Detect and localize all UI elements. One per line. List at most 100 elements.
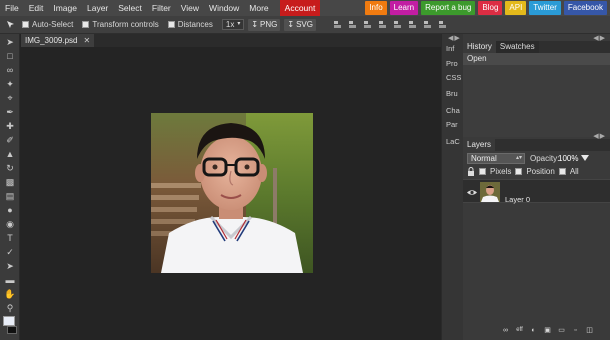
shape-tool-icon[interactable]: ▬ [3,274,17,286]
blend-mode-select[interactable]: Normal [467,153,525,164]
tab-history[interactable]: History [463,41,496,53]
menu-view[interactable]: View [176,0,204,16]
collapsed-panel-layer-comps[interactable]: LaC [446,137,460,146]
report-bug-link[interactable]: Report a bug [421,1,476,15]
folder-icon[interactable]: ▭ [557,326,566,335]
blur-tool-icon[interactable]: ● [3,204,17,216]
align-center-v-icon[interactable] [393,20,402,29]
transform-controls-option[interactable]: Transform controls [82,20,159,29]
dodge-tool-icon[interactable]: ◉ [3,218,17,230]
close-icon[interactable]: ✕ [83,34,90,47]
eyedropper-tool-icon[interactable]: ✒ [3,106,17,118]
lock-position-checkbox[interactable] [515,168,523,175]
export-scale-select[interactable]: 1x ▾ [221,19,245,30]
lock-options: Pixels Position All [467,167,579,176]
align-top-icon[interactable] [378,20,387,29]
auto-select-label: Auto-Select [32,20,74,29]
menu-more[interactable]: More [244,0,273,16]
export-png-button[interactable]: ↧ PNG [248,18,281,31]
opacity-value[interactable]: 100% [558,153,580,164]
layer-row[interactable]: Layer 0 [463,179,610,204]
collapsed-panel-properties[interactable]: Pro [446,59,458,68]
collapsed-panel-css[interactable]: CSS [446,73,461,82]
portrait-photo [151,113,313,273]
healing-tool-icon[interactable]: ✚ [3,120,17,132]
gradient-tool-icon[interactable]: ▤ [3,190,17,202]
move-tool-icon[interactable]: ➤ [3,36,17,48]
menu-bar: File Edit Image Layer Select Filter View… [0,0,610,16]
move-tool-icon [6,20,16,30]
tab-swatches[interactable]: Swatches [495,41,539,53]
info-link[interactable]: Info [365,1,387,15]
clone-stamp-tool-icon[interactable]: ▲ [3,148,17,160]
collapsed-panel-brush[interactable]: Bru [446,89,458,98]
facebook-link[interactable]: Facebook [563,1,607,15]
foreground-color-swatch[interactable] [3,316,15,326]
menu-file[interactable]: File [0,0,24,16]
pen-tool-icon[interactable]: ✓ [3,246,17,258]
collapsed-panels-column: ◀▶ Inf Pro CSS Bru Cha Par LaC [441,34,463,340]
tools-panel: ➤ □ ∞ ✦ ⌖ ✒ ✚ ✐ ▲ ↻ ▩ ▤ ● ◉ T ✓ ➤ ▬ ✋ ⚲ [0,34,20,340]
lasso-tool-icon[interactable]: ∞ [3,64,17,76]
api-link[interactable]: API [505,1,527,15]
auto-select-option[interactable]: Auto-Select [22,20,73,29]
menu-edit[interactable]: Edit [24,0,49,16]
history-entry[interactable]: Open [463,53,610,65]
new-layer-icon[interactable]: ▫ [571,326,580,335]
twitter-link[interactable]: Twitter [529,1,561,15]
opacity-label: Opacity: [530,154,560,163]
menu-select[interactable]: Select [113,0,147,16]
document-tab[interactable]: IMG_3009.psd ✕ [21,34,95,47]
history-brush-tool-icon[interactable]: ↻ [3,162,17,174]
link-icon[interactable]: ∞ [501,326,510,335]
distances-checkbox[interactable] [167,21,175,28]
marquee-tool-icon[interactable]: □ [3,50,17,62]
lock-pixels-checkbox[interactable] [479,168,486,175]
canvas-workspace[interactable] [21,47,441,340]
distribute-h-icon[interactable] [423,20,432,29]
document-canvas-image[interactable] [151,113,313,273]
align-bottom-icon[interactable] [408,20,417,29]
expand-panels-icon[interactable]: ◀▶ [448,34,461,42]
collapsed-panel-info[interactable]: Inf [446,44,454,53]
align-center-h-icon[interactable] [348,20,357,29]
distances-option[interactable]: Distances [167,20,213,29]
menu-filter[interactable]: Filter [147,0,176,16]
history-list: Open [463,53,610,137]
menu-image[interactable]: Image [48,0,82,16]
blog-link[interactable]: Blog [478,1,503,15]
hand-tool-icon[interactable]: ✋ [3,288,17,300]
auto-select-checkbox[interactable] [22,21,29,28]
learn-link[interactable]: Learn [389,1,419,15]
account-button[interactable]: Account [279,0,321,16]
text-tool-icon[interactable]: T [3,232,17,244]
path-select-tool-icon[interactable]: ➤ [3,260,17,272]
layer-name: Layer 0 [505,195,531,204]
menu-window[interactable]: Window [204,0,244,16]
collapsed-panel-character[interactable]: Cha [446,106,460,115]
layer-thumbnail [480,182,500,202]
opacity-dropdown-icon[interactable] [581,155,589,161]
collapsed-panel-paragraph[interactable]: Par [446,120,458,129]
distribute-v-icon[interactable] [438,20,447,29]
background-color-swatch[interactable] [7,326,17,334]
layers-footer: ∞ eff ◐ ▣ ▭ ▫ ◫ [501,326,594,335]
trash-icon[interactable]: ◫ [585,326,594,335]
quick-select-tool-icon[interactable]: ✦ [3,78,17,90]
eye-icon[interactable] [467,188,477,195]
lock-all-checkbox[interactable] [558,168,566,175]
eraser-tool-icon[interactable]: ▩ [3,176,17,188]
tab-layers[interactable]: Layers [463,139,496,151]
align-right-icon[interactable] [363,20,372,29]
zoom-tool-icon[interactable]: ⚲ [3,302,17,314]
export-svg-label: SVG [296,20,313,29]
mask-icon[interactable]: ▣ [543,326,552,335]
align-left-icon[interactable] [333,20,342,29]
brush-tool-icon[interactable]: ✐ [3,134,17,146]
export-svg-button[interactable]: ↧ SVG [284,18,316,31]
transform-controls-checkbox[interactable] [82,21,90,28]
effects-icon[interactable]: eff [515,326,524,335]
crop-tool-icon[interactable]: ⌖ [3,92,17,104]
adjustment-icon[interactable]: ◐ [529,326,538,335]
menu-layer[interactable]: Layer [82,0,113,16]
